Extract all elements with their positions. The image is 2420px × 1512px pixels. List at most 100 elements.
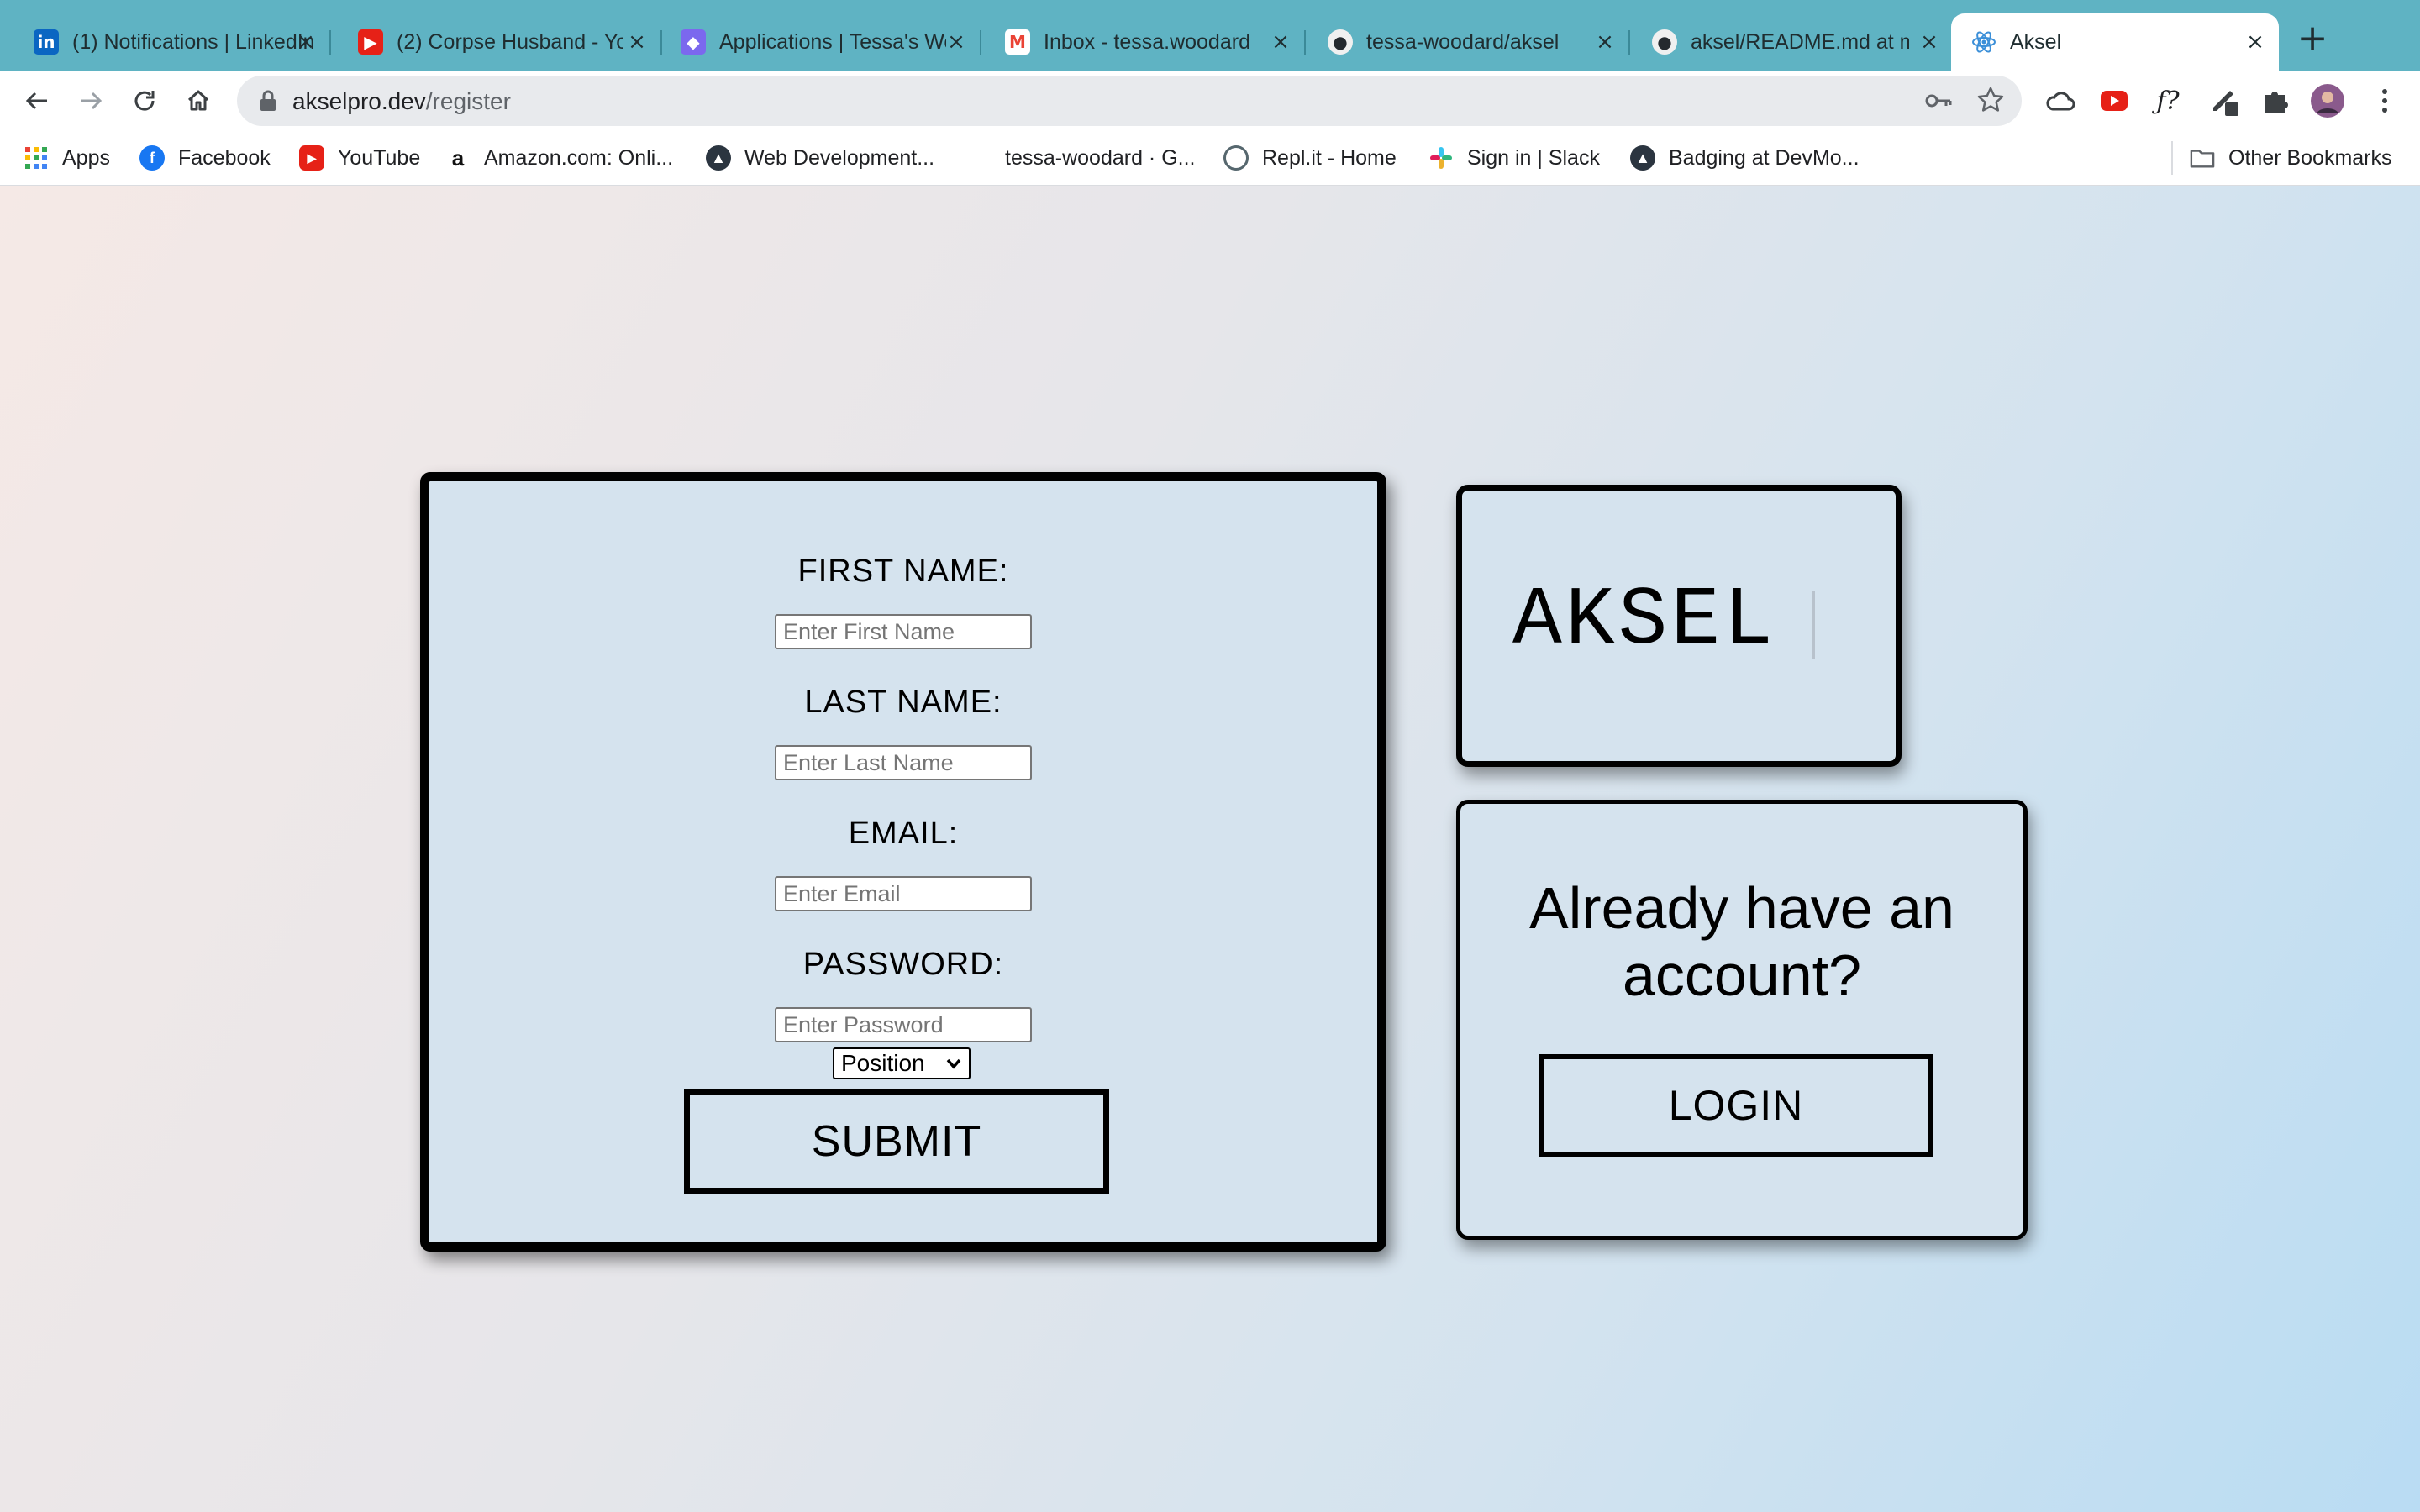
bookmark-label: tessa-woodard · G...	[1005, 145, 1196, 170]
devmountain-icon: ▲	[706, 145, 731, 171]
bookmark-label: Amazon.com: Onli...	[484, 145, 674, 170]
password-label: PASSWORD:	[802, 947, 1004, 982]
typing-cursor	[1812, 591, 1815, 659]
position-select[interactable]: Position	[833, 1047, 971, 1079]
bookmarks-divider	[2171, 141, 2173, 175]
bookmark-label: Facebook	[178, 145, 271, 170]
address-bar[interactable]: akselpro.dev/register	[237, 76, 2022, 126]
youtube-icon: ▶	[299, 145, 324, 171]
gmail-icon: M	[1005, 29, 1030, 55]
reload-icon[interactable]	[124, 81, 165, 121]
email-input[interactable]	[775, 876, 1032, 911]
cloud-icon[interactable]	[2042, 82, 2079, 119]
close-icon[interactable]: ×	[1918, 30, 1941, 54]
password-input[interactable]	[775, 1007, 1032, 1042]
bookmark-other-bookmarks[interactable]: Other Bookmarks	[2190, 143, 2392, 173]
login-button[interactable]: LOGIN	[1539, 1054, 1933, 1157]
chevron-down-icon	[944, 1053, 964, 1079]
bookmark-replit[interactable]: Repl.it - Home	[1223, 143, 1397, 173]
close-icon[interactable]: ×	[1593, 30, 1617, 54]
aksel-logo: AKSEL	[1512, 575, 1777, 668]
slack-icon	[1428, 145, 1454, 171]
new-tab-icon[interactable]: +	[2294, 20, 2331, 57]
tab-aksel-active[interactable]: Aksel ×	[1951, 13, 2279, 71]
first-name-label: FIRST NAME:	[797, 554, 1009, 589]
close-icon[interactable]: ×	[625, 30, 649, 54]
bookmark-github[interactable]: tessa-woodard · G...	[966, 143, 1195, 173]
star-icon[interactable]	[1976, 86, 2005, 118]
avatar[interactable]	[2309, 82, 2346, 119]
bookmark-label: Sign in | Slack	[1467, 145, 1600, 170]
github-icon: ●	[1652, 29, 1677, 55]
close-icon[interactable]: ×	[1269, 30, 1292, 54]
bookmark-amazon[interactable]: a Amazon.com: Onli...	[445, 143, 673, 173]
bookmark-slack[interactable]: Sign in | Slack	[1428, 143, 1600, 173]
close-icon[interactable]: ×	[2244, 30, 2267, 54]
bookmark-label: Apps	[62, 145, 110, 170]
lock-icon[interactable]	[259, 89, 277, 117]
replit-icon	[1223, 145, 1249, 171]
menu-kebab-icon[interactable]	[2366, 82, 2403, 119]
back-arrow-icon[interactable]	[17, 81, 57, 121]
amazon-icon: a	[451, 144, 465, 171]
tab-title: tessa-woodard/aksel	[1366, 29, 1560, 54]
tab-youtube[interactable]: ▶ (2) Corpse Husband - YouTube ×	[324, 13, 662, 71]
submit-button[interactable]: SUBMIT	[684, 1089, 1109, 1194]
logo-card: AKSEL	[1456, 485, 1902, 767]
tab-title: (1) Notifications | LinkedIn	[72, 29, 315, 54]
tab-title: Inbox - tessa.woodard	[1044, 29, 1250, 54]
tab-title: (2) Corpse Husband - YouTube	[397, 29, 623, 54]
tab-strip: in (1) Notifications | LinkedIn × ▶ (2) …	[0, 0, 2420, 71]
github-icon: ●	[1328, 29, 1353, 55]
bookmark-youtube[interactable]: ▶ YouTube	[299, 143, 420, 173]
page-body: FIRST NAME: LAST NAME: EMAIL: PASSWORD: …	[0, 186, 2420, 1512]
tab-applications[interactable]: ◆ Applications | Tessa's Workspace ×	[649, 13, 981, 71]
last-name-input[interactable]	[775, 745, 1032, 780]
close-icon[interactable]: ×	[294, 30, 318, 54]
login-card: Already have an account? LOGIN	[1456, 800, 2028, 1240]
bookmarks-bar: Apps f Facebook ▶ YouTube a Amazon.com: …	[0, 131, 2420, 186]
eyedropper-extension-icon[interactable]	[2207, 82, 2244, 119]
apps-grid-icon	[24, 145, 49, 171]
tab-title: Applications | Tessa's Workspace	[719, 29, 946, 54]
login-prompt-line1: Already have an	[1529, 875, 1954, 941]
clickup-icon: ◆	[681, 29, 706, 55]
linkedin-icon: in	[34, 29, 59, 55]
tab-title: Aksel	[2010, 29, 2062, 54]
bookmark-label: Repl.it - Home	[1262, 145, 1397, 170]
bookmark-web-development[interactable]: ▲ Web Development...	[706, 143, 934, 173]
folder-icon	[2190, 145, 2215, 171]
bookmark-facebook[interactable]: f Facebook	[139, 143, 271, 173]
bookmark-label: Badging at DevMo...	[1669, 145, 1860, 170]
puzzle-extensions-icon[interactable]	[2257, 82, 2294, 119]
facebook-icon: f	[139, 145, 165, 171]
home-icon[interactable]	[178, 81, 218, 121]
tab-github-readme[interactable]: ● aksel/README.md at main ×	[1622, 13, 1953, 71]
url-domain: akselpro.dev	[292, 88, 426, 114]
formula-extension-icon[interactable]: ƒ?	[2149, 82, 2186, 119]
youtube-icon: ▶	[358, 29, 383, 55]
bookmark-label: YouTube	[338, 145, 421, 170]
youtube-extension-icon[interactable]	[2096, 82, 2133, 119]
tab-github-repo[interactable]: ● tessa-woodard/aksel ×	[1297, 13, 1630, 71]
bookmark-apps[interactable]: Apps	[24, 143, 110, 173]
email-label: EMAIL:	[848, 816, 959, 851]
login-prompt-line2: account?	[1622, 942, 1862, 1008]
register-form-card: FIRST NAME: LAST NAME: EMAIL: PASSWORD: …	[420, 472, 1386, 1252]
browser-toolbar: akselpro.dev/register ƒ?	[0, 71, 2420, 131]
bookmark-badging[interactable]: ▲ Badging at DevMo...	[1630, 143, 1860, 173]
tab-title: aksel/README.md at main	[1691, 29, 1909, 54]
last-name-label: LAST NAME:	[804, 685, 1002, 720]
url-path: /register	[425, 88, 511, 114]
first-name-input[interactable]	[775, 614, 1032, 649]
close-icon[interactable]: ×	[944, 30, 968, 54]
github-icon	[966, 145, 992, 171]
tab-gmail[interactable]: M Inbox - tessa.woodard ×	[973, 13, 1306, 71]
url-text: akselpro.dev/register	[292, 88, 511, 115]
key-icon[interactable]	[1924, 87, 1953, 118]
react-icon	[1971, 29, 1996, 55]
position-select-value: Position	[841, 1050, 925, 1076]
tab-linkedin[interactable]: in (1) Notifications | LinkedIn ×	[0, 13, 331, 71]
login-prompt-heading: Already have an account?	[1460, 874, 2023, 1009]
forward-arrow-icon[interactable]	[71, 81, 111, 121]
